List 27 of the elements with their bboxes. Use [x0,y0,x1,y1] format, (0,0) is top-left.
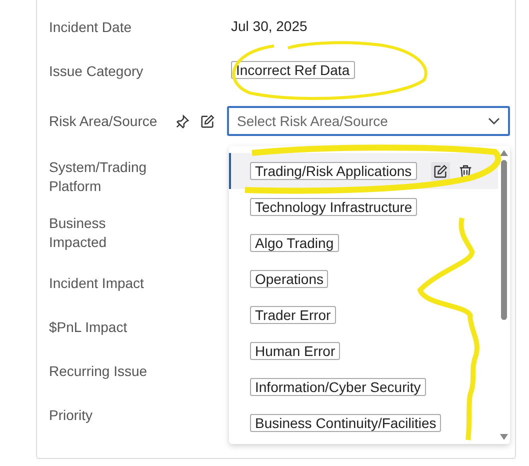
dropdown-option[interactable]: Business Continuity/Facilities [229,405,498,441]
select-field[interactable]: Select Risk Area/Source [227,106,510,136]
edit-icon[interactable] [200,114,215,128]
field-label: Incident Impact [49,274,145,292]
category-tag: Incorrect Ref Data [231,61,355,79]
field-label: Risk Area/Source [49,112,158,130]
field-label: Issue Category [49,62,144,80]
trash-icon[interactable] [458,164,473,178]
field-label: Incident Date [49,18,132,36]
scroll-up-icon[interactable] [500,150,508,156]
chevron-down-icon [488,117,500,125]
dropdown-option[interactable]: Trading/Risk Applications [229,153,498,189]
field-value: Jul 30, 2025 [231,18,308,34]
dropdown-option[interactable]: Trader Error [229,297,498,333]
scroll-down-icon[interactable] [500,434,508,440]
field-label: Recurring Issue [49,362,148,380]
dropdown-option[interactable]: Algo Trading [229,225,498,261]
dropdown-option[interactable]: Information/Cyber Security [229,369,498,405]
field-label: Priority [49,406,94,424]
field-label: Business Impacted [49,214,108,252]
field-label: System/Trading Platform [49,158,148,196]
dropdown-option[interactable]: Human Error [229,333,498,369]
dropdown-option[interactable]: Operations [229,261,498,297]
dropdown-option[interactable]: Technology Infrastructure [229,189,498,225]
field-label: $PnL Impact [49,318,128,336]
pin-icon[interactable] [175,114,190,128]
edit-icon[interactable] [430,162,450,180]
